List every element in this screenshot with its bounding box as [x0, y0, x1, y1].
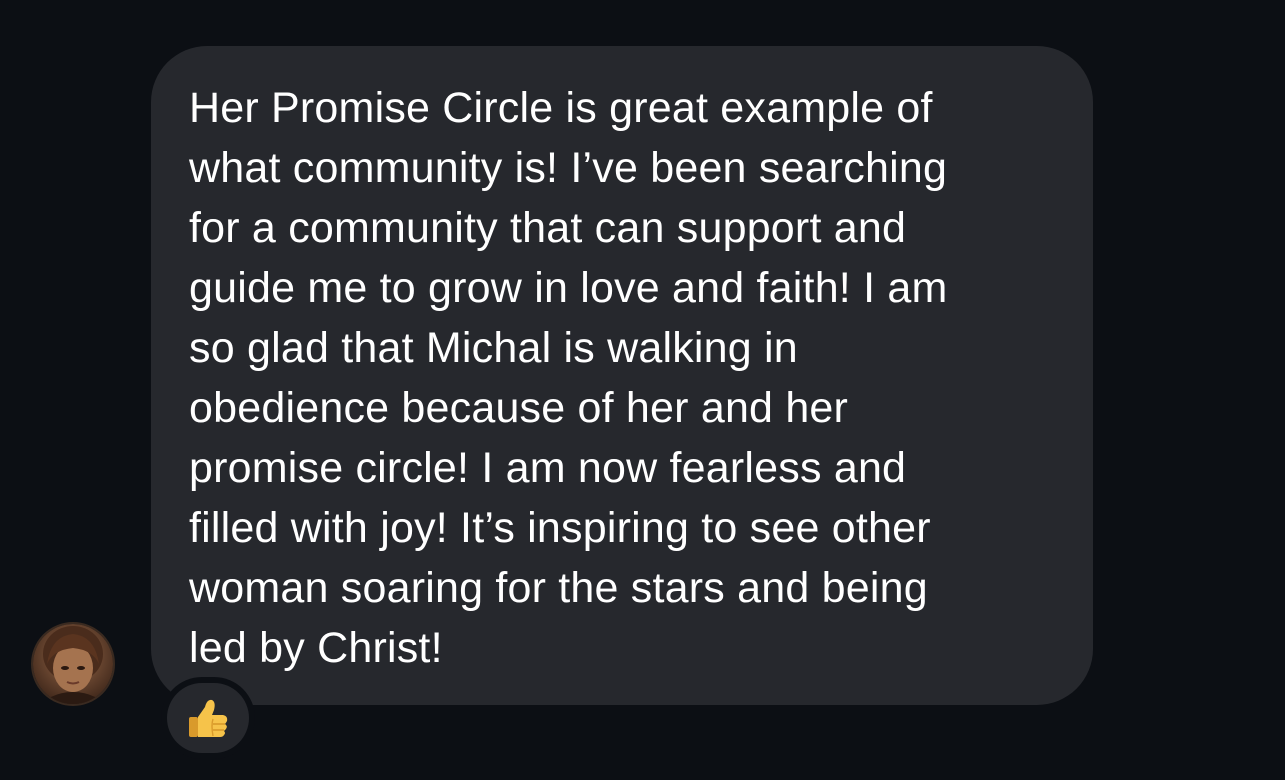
message-text: Her Promise Circle is great example of w…	[189, 84, 948, 672]
reaction-badge[interactable]	[161, 677, 255, 759]
chat-view: Her Promise Circle is great example of w…	[0, 0, 1285, 780]
thumbs-up-icon	[189, 699, 228, 737]
avatar[interactable]	[31, 622, 115, 706]
message-bubble[interactable]: Her Promise Circle is great example of w…	[151, 46, 1093, 705]
avatar-image	[33, 624, 113, 704]
reaction-pill	[167, 683, 249, 753]
